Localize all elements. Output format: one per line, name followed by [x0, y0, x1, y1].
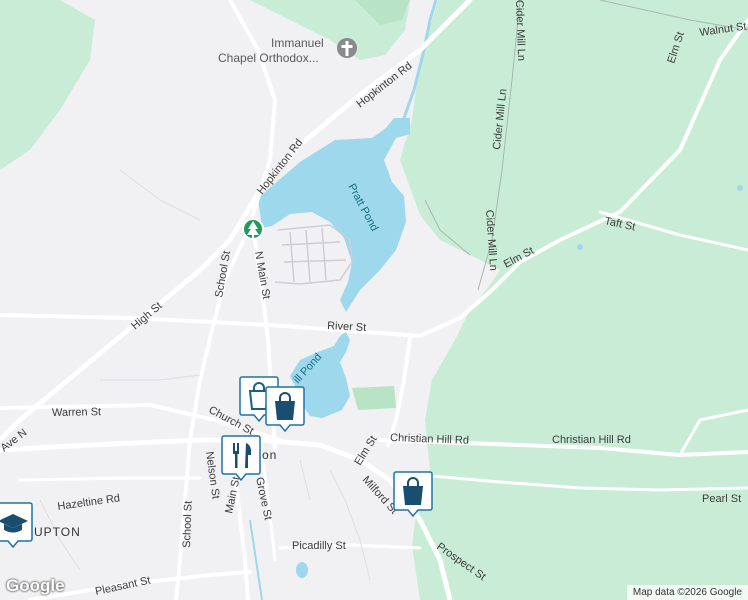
- shopping-marker-2[interactable]: [265, 386, 305, 433]
- map-attribution[interactable]: Map data ©2026 Google: [626, 585, 748, 600]
- label-cider-mill-top: Cider Mill Ln: [513, 0, 527, 61]
- place-label-upton: UPTON: [34, 525, 81, 539]
- church-name-line2: Chapel Orthodox...: [218, 51, 319, 65]
- label-school-st-lower: School St: [181, 501, 195, 548]
- restaurant-marker[interactable]: [221, 435, 261, 482]
- label-pearl-st: Pearl St: [702, 493, 741, 505]
- school-marker[interactable]: [0, 502, 33, 549]
- small-pond-2: [577, 244, 583, 250]
- forest-area-patch: [352, 386, 396, 410]
- label-picadilly-st: Picadilly St: [292, 540, 346, 552]
- park-marker[interactable]: [242, 218, 264, 240]
- church-name-line1: Immanuel: [271, 36, 324, 50]
- google-logo[interactable]: Google: [6, 576, 65, 596]
- label-christian-hill-rd-e: Christian Hill Rd: [552, 434, 631, 446]
- small-pond-3: [737, 185, 743, 191]
- shopping-marker-3[interactable]: [393, 471, 433, 518]
- place-label-town-center: on: [262, 448, 277, 462]
- map-canvas[interactable]: Hopkinton Rd Hopkinton Rd Cider Mill Ln …: [0, 0, 748, 600]
- label-warren-st: Warren St: [52, 406, 101, 419]
- small-pond: [296, 562, 308, 578]
- church-marker[interactable]: [337, 38, 357, 58]
- label-river-st: River St: [327, 320, 367, 334]
